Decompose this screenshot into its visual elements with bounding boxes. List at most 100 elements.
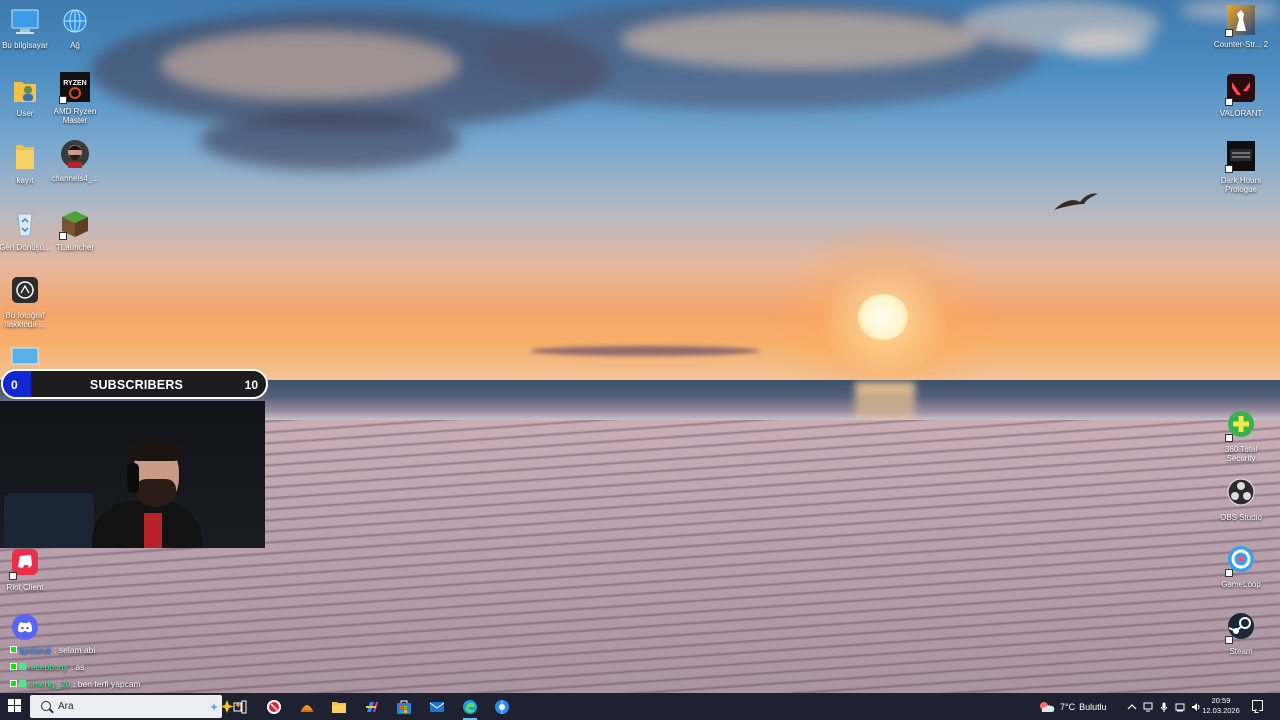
desktop-icon-network[interactable]: Ağ	[44, 6, 106, 50]
about-photo-icon	[8, 276, 42, 308]
taskbar-app-orange[interactable]	[297, 697, 317, 716]
desktop-icon-valorant[interactable]: VALORANT	[1210, 74, 1272, 118]
system-tray	[1124, 693, 1204, 720]
windows-logo-icon	[8, 706, 14, 712]
subscriber-goal-target: 10	[244, 378, 258, 392]
weather-widget[interactable]: 7°C Bulutlu	[1038, 693, 1107, 720]
notification-icon[interactable]	[1252, 700, 1263, 711]
shortcut-arrow-icon	[1225, 29, 1233, 37]
chat-message: apolondi : selam abi	[10, 641, 270, 658]
desktop-icon-about-photo[interactable]: Bu fotoğraf hakkında ...	[0, 276, 56, 329]
windows-logo-icon	[15, 699, 21, 705]
chat-message: recepbuny : as	[10, 658, 270, 675]
desktop-icon-gameloop[interactable]: GameLoop	[1210, 545, 1272, 589]
start-button[interactable]	[8, 699, 22, 713]
desktop-icon-dark-hours[interactable]: Dark Hours Prologue	[1210, 141, 1272, 194]
svg-text:RYZEN: RYZEN	[63, 80, 86, 87]
desktop-icon-360-total-security[interactable]: 360 Total Security	[1210, 410, 1272, 463]
taskbar-search-box[interactable]: Ara	[30, 695, 241, 718]
mail-icon	[429, 701, 445, 712]
shortcut-arrow-icon	[1225, 434, 1233, 442]
dark-hours-icon	[1224, 141, 1258, 173]
shortcut-arrow-icon	[9, 572, 17, 580]
desktop-icon-counter-strike[interactable]: Counter-Str... 2	[1210, 5, 1272, 49]
headset-icon	[127, 463, 139, 493]
wifi-icon[interactable]	[1175, 702, 1185, 712]
shortcut-arrow-icon	[59, 232, 67, 240]
chat-text: : ben terfi yapcam	[73, 678, 141, 689]
cloud	[160, 30, 460, 100]
task-view-button[interactable]	[230, 697, 250, 716]
subscriber-goal-label: SUBSCRIBERS	[89, 378, 184, 392]
desktop-icon-riot-client[interactable]: Riot Client	[0, 548, 56, 592]
browser-app-icon	[495, 699, 509, 714]
desktop-icon-tlauncher[interactable]: TLauncher	[44, 208, 106, 252]
network-icon	[58, 6, 92, 38]
microphone-icon[interactable]	[1159, 702, 1169, 712]
desktop-wallpaper	[0, 0, 1280, 720]
riot-client-icon	[8, 548, 42, 580]
this-pc-icon	[8, 6, 42, 38]
search-icon	[41, 701, 51, 711]
edge-icon	[463, 699, 477, 714]
desktop-icon-amd-ryzen-master[interactable]: RYZEN AMD Ryzen Master	[44, 72, 106, 125]
taskbar-app-recorder[interactable]	[264, 697, 284, 716]
chat-text: : as	[70, 661, 85, 672]
chat-badge-icon	[10, 663, 17, 670]
desktop-icon-channels4[interactable]: channels4_...	[44, 139, 106, 183]
cloudy-weather-icon	[1040, 701, 1055, 712]
taskbar-app-file-explorer[interactable]	[329, 697, 349, 716]
taskbar: Ara 7°C Bulutlu 20:59 12.03.2026	[0, 693, 1280, 720]
search-placeholder: Ara	[58, 701, 74, 712]
chat-text: : selam abi	[54, 644, 96, 655]
recording-app-icon	[267, 699, 281, 714]
shortcut-arrow-icon	[1225, 98, 1233, 106]
chat-message: omerky_20 : ben terfi yapcam	[10, 675, 270, 692]
taskbar-app-store[interactable]	[394, 697, 414, 716]
weather-temperature: 7°C	[1060, 701, 1076, 712]
cloud	[1060, 30, 1150, 58]
shortcut-arrow-icon	[59, 96, 67, 104]
chat-badge-icon	[10, 646, 17, 653]
taskbar-app-browser[interactable]	[492, 697, 512, 716]
shortcut-arrow-icon	[1225, 165, 1233, 173]
seagull-icon	[1054, 193, 1098, 210]
windows-logo-icon	[8, 699, 14, 705]
microsoft-store-icon	[397, 700, 411, 714]
valorant-icon	[1224, 74, 1258, 106]
webcam-person-hair	[130, 439, 182, 461]
folder-icon	[8, 141, 42, 173]
copilot-icon	[366, 701, 378, 712]
chat-badge-icon	[10, 680, 17, 687]
network-tray-icon[interactable]	[1143, 702, 1153, 712]
counter-strike-icon	[1224, 5, 1258, 37]
tlauncher-icon	[58, 208, 92, 240]
chat-overlay: apolondi : selam abi recepbuny : as omer…	[10, 641, 270, 692]
file-explorer-icon	[332, 701, 346, 713]
subscriber-goal-bar: 0 SUBSCRIBERS 10	[1, 369, 268, 399]
desktop-icon-steam[interactable]: Steam	[1210, 612, 1272, 656]
chevron-up-icon[interactable]	[1127, 702, 1137, 712]
taskbar-app-mail[interactable]	[427, 697, 447, 716]
chat-badge-icon	[19, 663, 26, 670]
taskbar-app-copilot[interactable]	[362, 697, 382, 716]
weather-condition: Bulutlu	[1079, 701, 1107, 712]
clock-time: 20:59	[1211, 696, 1231, 705]
channel-image-icon	[58, 139, 92, 171]
chat-badge-icon	[19, 680, 26, 687]
clock-date: 12.03.2026	[1202, 706, 1240, 715]
chat-username: apolondi	[19, 644, 52, 655]
360-total-security-icon	[1224, 410, 1258, 442]
gameloop-icon	[1224, 545, 1258, 577]
taskbar-app-edge[interactable]	[460, 697, 480, 720]
task-view-icon	[233, 700, 247, 713]
system-clock[interactable]: 20:59 12.03.2026	[1200, 696, 1242, 716]
orange-app-icon	[301, 704, 313, 712]
desktop-icon-obs-studio[interactable]: OBS Studio	[1210, 478, 1272, 522]
steam-icon	[1224, 612, 1258, 644]
recycle-bin-icon	[8, 208, 42, 240]
shortcut-arrow-icon	[1225, 636, 1233, 644]
sun	[858, 294, 908, 340]
webcam-person-shirt	[144, 513, 162, 548]
horizon-cloud	[530, 346, 760, 356]
